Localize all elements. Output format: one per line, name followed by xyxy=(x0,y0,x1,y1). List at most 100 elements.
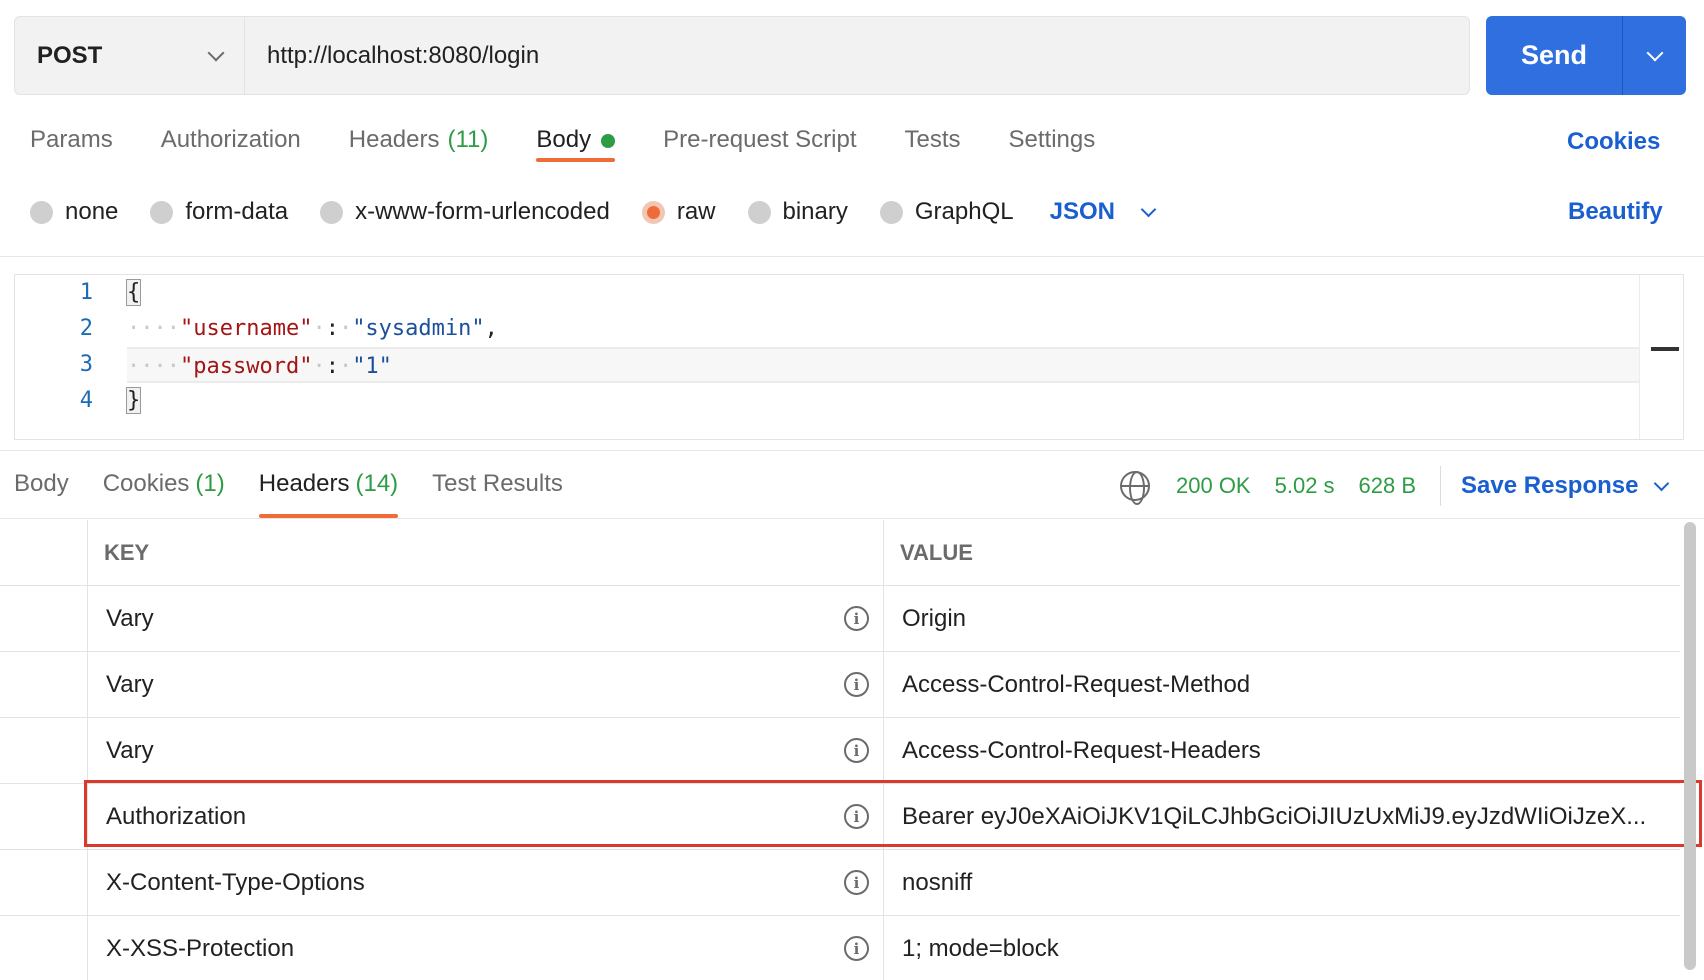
header-key-text: Vary xyxy=(106,670,154,698)
globe-icon[interactable] xyxy=(1120,471,1150,505)
info-icon[interactable]: i xyxy=(844,606,869,631)
tab-tests[interactable]: Tests xyxy=(905,126,961,176)
divider xyxy=(0,518,1704,519)
send-button[interactable]: Send xyxy=(1486,16,1623,95)
tab-response-body[interactable]: Body xyxy=(14,470,69,518)
header-key-text: X-Content-Type-Options xyxy=(106,868,365,896)
table-cell-spacer xyxy=(0,850,88,915)
table-cell-spacer xyxy=(0,520,88,585)
cookies-link[interactable]: Cookies xyxy=(1567,128,1660,156)
tab-label: Test Results xyxy=(432,470,563,497)
method-select[interactable]: POST xyxy=(15,17,245,94)
whitespace: · xyxy=(312,316,326,341)
tab-label: Params xyxy=(30,126,113,153)
radio-graphql[interactable]: GraphQL xyxy=(879,198,1014,226)
method-label: POST xyxy=(37,41,103,69)
close-brace: } xyxy=(125,387,142,414)
table-cell-spacer xyxy=(0,718,88,783)
response-size[interactable]: 628 B xyxy=(1359,473,1417,499)
header-key-text: X-XSS-Protection xyxy=(106,934,295,962)
info-icon[interactable]: i xyxy=(844,672,869,697)
header-key: Vary i xyxy=(88,586,884,651)
radio-urlencoded[interactable]: x-www-form-urlencoded xyxy=(320,198,610,226)
table-cell-spacer xyxy=(0,586,88,651)
radio-label: binary xyxy=(782,198,848,225)
headers-count: (11) xyxy=(447,126,489,153)
info-icon[interactable]: i xyxy=(844,936,869,961)
header-value: nosniff xyxy=(902,868,973,896)
tab-label: Headers xyxy=(258,470,350,497)
beautify-button[interactable]: Beautify xyxy=(1568,198,1663,226)
table-row: Vary i Access-Control-Request-Headers xyxy=(0,718,1680,784)
table-row: X-Content-Type-Options i nosniff xyxy=(0,850,1680,916)
body-type-selector: none form-data x-www-form-urlencoded raw… xyxy=(30,198,1157,226)
info-icon[interactable]: i xyxy=(844,738,869,763)
radio-raw[interactable]: raw xyxy=(641,198,716,226)
tab-label: Cookies xyxy=(102,470,190,497)
language-label: JSON xyxy=(1049,198,1115,225)
info-icon[interactable]: i xyxy=(844,870,869,895)
divider xyxy=(1440,466,1442,506)
save-response-label: Save Response xyxy=(1461,472,1639,499)
json-value: "sysadmin" xyxy=(352,316,485,341)
editor-overview-ruler[interactable] xyxy=(1639,275,1683,439)
url-input[interactable]: http://localhost:8080/login xyxy=(245,17,1469,94)
radio-circle xyxy=(879,200,903,224)
radio-label: raw xyxy=(676,198,716,225)
header-value: Origin xyxy=(902,604,967,632)
indent-guide: ···· xyxy=(127,316,180,341)
tab-label: Authorization xyxy=(160,126,301,153)
radio-circle xyxy=(30,200,53,224)
chevron-down-icon xyxy=(207,44,225,61)
radio-label: GraphQL xyxy=(914,198,1014,225)
code-editor[interactable]: 1 2 3 4 { ····"username"·:·"sysadmin", ·… xyxy=(14,274,1684,440)
header-value: 1; mode=block xyxy=(902,934,1059,962)
tab-response-headers[interactable]: Headers (14) xyxy=(258,470,399,518)
tab-headers[interactable]: Headers (11) xyxy=(349,126,489,176)
tab-label: Body xyxy=(536,126,592,153)
chevron-down-icon xyxy=(1140,201,1157,217)
body-modified-dot xyxy=(601,134,616,148)
open-brace: { xyxy=(125,279,142,306)
response-meta: 200 OK 5.02 s 628 B Save Response xyxy=(1120,466,1670,506)
tab-authorization[interactable]: Authorization xyxy=(161,126,301,176)
table-row: Vary i Access-Control-Request-Method xyxy=(0,652,1680,718)
header-key: Vary i xyxy=(88,652,884,717)
tab-label: Body xyxy=(14,470,69,497)
code-line: { xyxy=(125,275,1639,311)
line-number-gutter: 1 2 3 4 xyxy=(15,275,95,419)
radio-form-data[interactable]: form-data xyxy=(150,198,288,226)
line-number: 3 xyxy=(79,352,93,377)
tab-test-results[interactable]: Test Results xyxy=(432,470,563,518)
json-colon: : xyxy=(325,316,339,341)
code-line: ····"username"·:·"sysadmin", xyxy=(127,311,1639,347)
tab-body[interactable]: Body xyxy=(536,126,616,162)
tab-settings[interactable]: Settings xyxy=(1009,126,1096,176)
send-dropdown-button[interactable] xyxy=(1623,16,1686,95)
scrollbar[interactable] xyxy=(1684,522,1696,970)
cursor-marker xyxy=(1651,347,1679,351)
response-headers-table: KEY VALUE Vary i Origin Vary i Access-Cont… xyxy=(0,520,1680,980)
line-number: 2 xyxy=(79,316,93,341)
language-select[interactable]: JSON xyxy=(1049,198,1157,226)
radio-binary[interactable]: binary xyxy=(747,198,848,226)
radio-label: form-data xyxy=(185,198,289,225)
radio-none[interactable]: none xyxy=(30,198,118,226)
tab-prerequest-script[interactable]: Pre-request Script xyxy=(663,126,856,176)
tab-response-cookies[interactable]: Cookies (1) xyxy=(103,470,225,518)
cookies-count: (1) xyxy=(195,470,225,497)
json-colon: : xyxy=(325,354,339,379)
response-time[interactable]: 5.02 s xyxy=(1275,473,1335,499)
status-code[interactable]: 200 OK xyxy=(1176,473,1251,499)
save-response-button[interactable]: Save Response xyxy=(1461,472,1670,500)
header-value: Access-Control-Request-Headers xyxy=(902,736,1261,764)
whitespace: · xyxy=(338,354,353,379)
radio-label: x-www-form-urlencoded xyxy=(355,198,610,225)
code-line-active: ····"password"·:·"1" xyxy=(127,347,1639,383)
json-value: "1" xyxy=(352,354,392,379)
chevron-down-icon xyxy=(1654,475,1670,491)
table-cell-spacer xyxy=(0,916,88,980)
table-row: X-XSS-Protection i 1; mode=block xyxy=(0,916,1680,980)
tab-params[interactable]: Params xyxy=(30,126,113,176)
indent-guide: ···· xyxy=(127,354,180,379)
